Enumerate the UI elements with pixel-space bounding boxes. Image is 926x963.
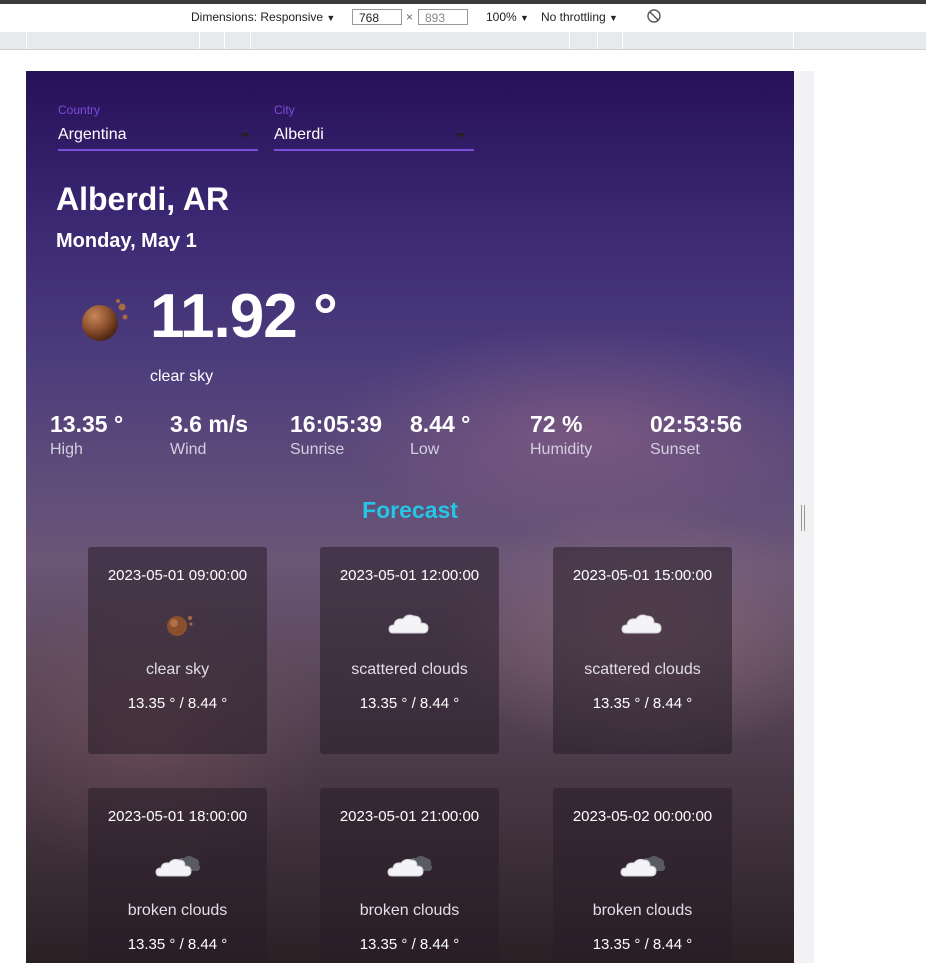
rotate-icon[interactable] [646,8,662,27]
resize-handle[interactable] [801,505,805,531]
forecast-description: scattered clouds [584,661,701,678]
stat-high: 13.35 ° High [50,411,160,459]
stat-value: 13.35 ° [50,411,124,437]
forecast-temps: 13.35 ° / 8.44 ° [127,936,228,953]
dimensions-label: Dimensions: Responsive [191,10,324,24]
stat-label: Sunrise [290,441,345,458]
stat-value: 72 % [530,411,583,437]
height-input[interactable]: 893 [418,9,468,25]
current-date: Monday, May 1 [56,230,197,252]
stat-wind: 3.6 m/s Wind [170,411,280,459]
city-label: City [274,103,295,117]
country-select[interactable]: Country Argentina [58,103,258,151]
stat-value: 02:53:56 [650,411,743,437]
stat-label: Humidity [530,441,593,458]
clear-sky-icon [78,297,130,343]
forecast-card: 2023-05-01 09:00:00 clear sky 13.35 ° / … [88,547,267,754]
stat-label: Low [410,441,440,458]
forecast-description: broken clouds [127,902,228,919]
forecast-description: broken clouds [592,902,693,919]
forecast-temps: 13.35 ° / 8.44 ° [359,936,460,953]
times-sign: × [406,10,414,24]
forecast-description: broken clouds [359,902,460,919]
weather-app: Country Argentina City Alberdi Alberdi, … [26,71,794,963]
forecast-temps: 13.35 ° / 8.44 ° [592,695,693,712]
forecast-temps: 13.35 ° / 8.44 ° [592,936,693,953]
stat-sunrise: 16:05:39 Sunrise [290,411,400,459]
forecast-title: Forecast [362,497,458,523]
country-underline [58,149,258,151]
broken-clouds-icon [153,846,203,886]
forecast-datetime: 2023-05-02 00:00:00 [572,808,713,825]
devtools-toolbar: Dimensions: Responsive ▼ 768 × 893 100% … [0,4,926,32]
chevron-down-icon: ▼ [326,13,336,23]
chevron-down-icon: ▼ [520,13,529,23]
zoom-dropdown[interactable]: 100% ▼ [486,10,529,24]
stat-sunset: 02:53:56 Sunset [650,411,760,459]
forecast-datetime: 2023-05-01 21:00:00 [339,808,480,825]
city-value: Alberdi [274,126,324,143]
chevron-down-icon [240,133,250,138]
country-label: Country [58,103,101,117]
country-value: Argentina [58,126,127,143]
forecast-description: scattered clouds [351,661,468,678]
dimensions-dropdown[interactable]: Dimensions: Responsive ▼ [191,10,335,24]
forecast-description: clear sky [145,661,210,678]
chevron-down-icon: ▼ [609,13,618,23]
forecast-datetime: 2023-05-01 15:00:00 [572,567,713,584]
forecast-datetime: 2023-05-01 12:00:00 [339,567,480,584]
chevron-down-icon [456,133,466,138]
stat-value: 8.44 ° [410,411,471,437]
stat-label: Sunset [650,441,700,458]
broken-clouds-icon [385,846,435,886]
clear-sky-icon [153,605,203,645]
cloud-icon [385,605,435,645]
city-select[interactable]: City Alberdi [274,103,474,151]
stat-label: Wind [170,441,207,458]
stat-value: 3.6 m/s [170,411,248,437]
zoom-label: 100% [486,10,517,24]
throttling-dropdown[interactable]: No throttling ▼ [541,10,618,24]
stat-label: High [50,441,83,458]
stat-humidity: 72 % Humidity [530,411,640,459]
cloud-icon [618,605,668,645]
forecast-card: 2023-05-01 15:00:00 scattered clouds 13.… [553,547,732,754]
forecast-datetime: 2023-05-01 09:00:00 [107,567,248,584]
media-query-ruler[interactable] [0,32,926,50]
current-temperature: 11.92 ° [150,282,338,351]
forecast-card: 2023-05-01 21:00:00 broken clouds 13.35 … [320,788,499,963]
current-description: clear sky [150,368,214,385]
stat-value: 16:05:39 [290,411,383,437]
stat-low: 8.44 ° Low [410,411,520,459]
forecast-temps: 13.35 ° / 8.44 ° [359,695,460,712]
forecast-temps: 13.35 ° / 8.44 ° [127,695,228,712]
location-title: Alberdi, AR [56,181,230,217]
forecast-card: 2023-05-02 00:00:00 broken clouds 13.35 … [553,788,732,963]
forecast-datetime: 2023-05-01 18:00:00 [107,808,248,825]
throttling-label: No throttling [541,10,606,24]
width-input[interactable]: 768 [352,9,402,25]
city-underline [274,149,474,151]
broken-clouds-icon [618,846,668,886]
forecast-card: 2023-05-01 12:00:00 scattered clouds 13.… [320,547,499,754]
forecast-card: 2023-05-01 18:00:00 broken clouds 13.35 … [88,788,267,963]
